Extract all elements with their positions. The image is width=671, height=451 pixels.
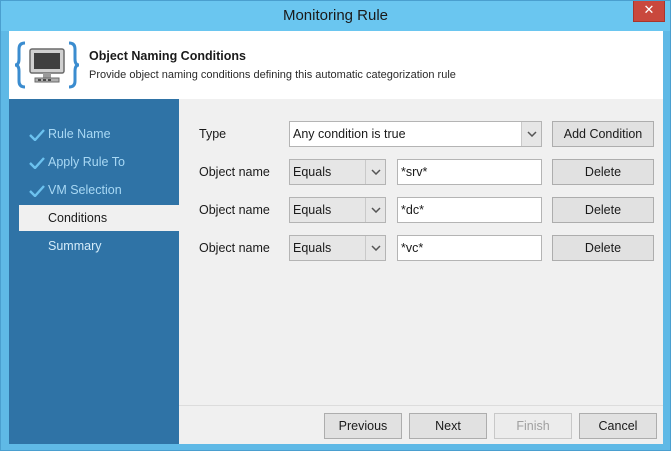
delete-condition-button[interactable]: Delete — [552, 197, 654, 223]
condition-value-field[interactable] — [397, 197, 542, 223]
delete-condition-button[interactable]: Delete — [552, 159, 654, 185]
nav-item-summary[interactable]: Summary — [19, 233, 179, 259]
nav-item-label: Rule Name — [48, 127, 111, 141]
condition-operator-dropdown[interactable]: Equals — [289, 197, 386, 223]
wizard-header: Object Naming Conditions Provide object … — [9, 31, 663, 99]
condition-operator-value: Equals — [293, 165, 332, 179]
delete-condition-button[interactable]: Delete — [552, 235, 654, 261]
condition-value-input[interactable] — [401, 202, 531, 218]
conditions-panel: Type Any condition is true Add Condition… — [179, 99, 663, 405]
header-subtitle: Provide object naming conditions definin… — [89, 69, 456, 81]
nav-item-conditions[interactable]: Conditions — [19, 205, 179, 231]
condition-label: Object name — [199, 165, 270, 179]
nav-item-label: Summary — [48, 239, 102, 253]
chevron-down-icon — [365, 160, 385, 184]
nav-item-label: VM Selection — [48, 183, 122, 197]
chevron-down-icon — [521, 122, 541, 146]
title-bar[interactable]: Monitoring Rule ✕ — [1, 1, 670, 31]
checkmark-icon — [29, 185, 45, 197]
close-button[interactable]: ✕ — [633, 1, 665, 22]
condition-value-input[interactable] — [401, 164, 531, 180]
chevron-down-icon — [365, 236, 385, 260]
condition-label: Object name — [199, 203, 270, 217]
next-button[interactable]: Next — [409, 413, 487, 439]
type-dropdown[interactable]: Any condition is true — [289, 121, 542, 147]
nav-item-label: Apply Rule To — [48, 155, 125, 169]
window-title: Monitoring Rule — [282, 7, 389, 24]
nav-item-label: Conditions — [48, 211, 108, 225]
condition-operator-value: Equals — [293, 203, 332, 217]
add-condition-button[interactable]: Add Condition — [552, 121, 654, 147]
condition-label: Object name — [199, 241, 270, 255]
chevron-down-icon — [365, 198, 385, 222]
monitor-braces-icon — [15, 41, 79, 89]
condition-operator-dropdown[interactable]: Equals — [289, 159, 386, 185]
nav-item-apply-rule-to[interactable]: Apply Rule To — [19, 149, 179, 175]
checkmark-icon — [29, 157, 45, 169]
condition-operator-dropdown[interactable]: Equals — [289, 235, 386, 261]
finish-button[interactable]: Finish — [494, 413, 572, 439]
wizard-footer: Previous Next Finish Cancel — [179, 405, 663, 444]
type-dropdown-value: Any condition is true — [293, 127, 406, 141]
condition-value-field[interactable] — [397, 235, 542, 261]
monitoring-rule-window: Monitoring Rule ✕ Object Naming Conditio… — [0, 0, 671, 451]
type-label: Type — [199, 127, 227, 141]
wizard-nav: Rule Name Apply Rule To VM Selection Con… — [9, 99, 179, 444]
checkmark-icon — [29, 129, 45, 141]
nav-item-rule-name[interactable]: Rule Name — [19, 121, 179, 147]
condition-value-input[interactable] — [401, 240, 531, 256]
cancel-button[interactable]: Cancel — [579, 413, 657, 439]
nav-item-vm-selection[interactable]: VM Selection — [19, 177, 179, 203]
previous-button[interactable]: Previous — [324, 413, 402, 439]
condition-value-field[interactable] — [397, 159, 542, 185]
condition-operator-value: Equals — [293, 241, 332, 255]
header-title: Object Naming Conditions — [89, 49, 246, 63]
